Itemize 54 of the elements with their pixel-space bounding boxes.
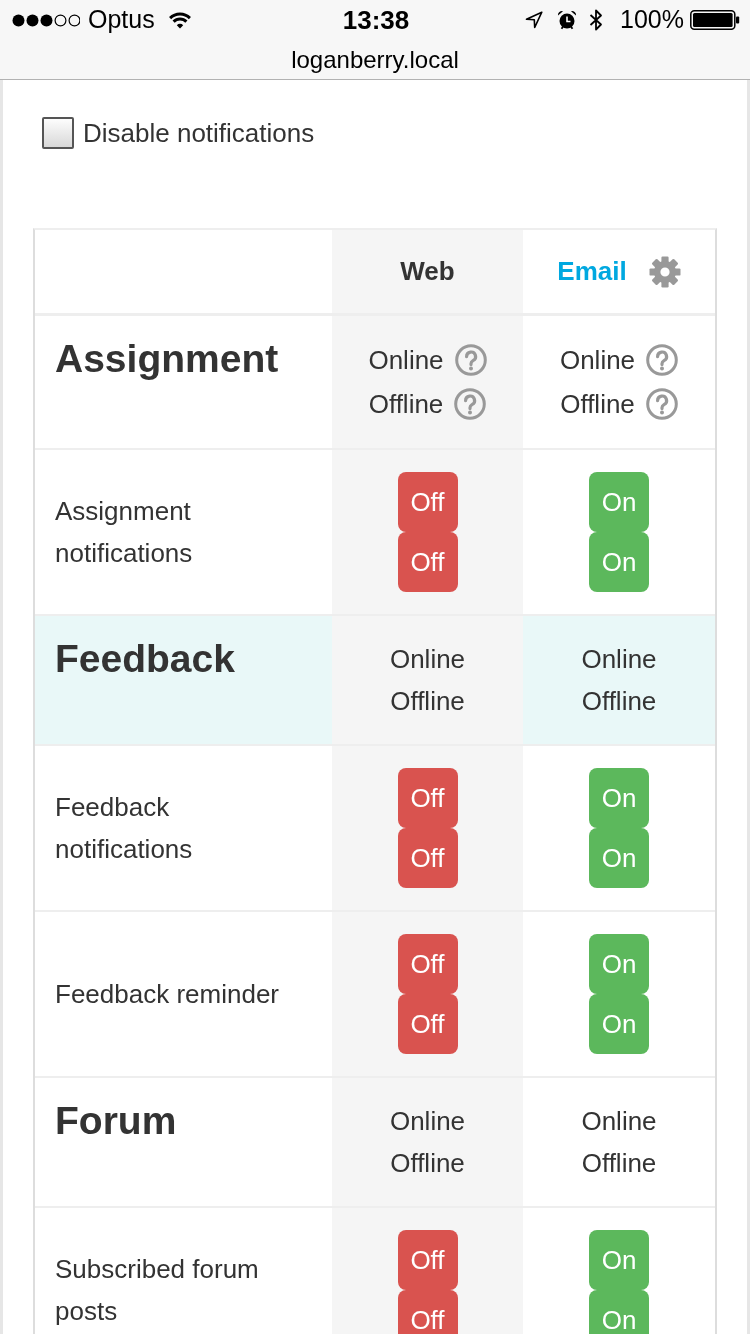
- help-icon[interactable]: [646, 344, 679, 376]
- toggle-button[interactable]: On: [589, 768, 649, 828]
- state-label: Offline: [368, 387, 444, 421]
- toggle-button[interactable]: Off: [397, 828, 458, 888]
- toggle-button[interactable]: On: [589, 934, 649, 994]
- column-header: Web: [400, 255, 455, 288]
- toggle-button[interactable]: Off: [397, 1230, 458, 1290]
- help-icon[interactable]: [454, 344, 487, 376]
- toggle-button[interactable]: Off: [397, 532, 458, 592]
- toggle-button[interactable]: Off: [397, 472, 458, 532]
- state-label: Offline: [390, 684, 465, 718]
- item-label: Subscribed forum posts: [54, 1253, 260, 1328]
- state-label: Online: [368, 343, 444, 377]
- toggle-button[interactable]: Off: [397, 1290, 458, 1334]
- help-icon[interactable]: [645, 388, 678, 420]
- toggle-button[interactable]: Off: [397, 768, 458, 828]
- state-label: Offline: [560, 387, 635, 421]
- url-text: loganberry.local: [291, 47, 459, 72]
- column-header-link[interactable]: Email: [557, 252, 627, 291]
- signal-icon: [12, 13, 80, 27]
- toggle-button[interactable]: On: [589, 472, 649, 532]
- toggle-button[interactable]: On: [589, 1230, 649, 1290]
- section-title: Forum: [54, 1098, 178, 1144]
- state-label: Online: [389, 642, 466, 676]
- help-icon[interactable]: [454, 388, 487, 420]
- disable-notifications-checkbox[interactable]: [42, 117, 74, 149]
- state-label: Online: [389, 1104, 466, 1138]
- state-label: Offline: [581, 684, 657, 718]
- toggle-button[interactable]: Off: [397, 994, 458, 1054]
- battery-icon: [690, 10, 740, 30]
- toggle-button[interactable]: On: [589, 994, 649, 1054]
- section-title: Assignment: [54, 336, 280, 382]
- state-label: Offline: [581, 1146, 657, 1180]
- clock-time: 13:38: [342, 4, 410, 35]
- state-label: Online: [581, 642, 657, 676]
- bluetooth-icon: [588, 9, 605, 31]
- location-icon: [525, 11, 544, 29]
- toggle-button[interactable]: On: [589, 828, 649, 888]
- settings-icon[interactable]: [648, 255, 681, 288]
- state-label: Offline: [390, 1146, 465, 1180]
- item-label: Assignment notifications: [54, 495, 194, 570]
- toggle-button[interactable]: Off: [397, 934, 458, 994]
- toggle-button[interactable]: On: [589, 1290, 649, 1334]
- state-label: Online: [581, 1104, 657, 1138]
- wifi-icon: [167, 11, 192, 29]
- item-label: Feedback notifications: [54, 791, 194, 866]
- battery-percent: 100%: [620, 4, 684, 36]
- checkbox-label: Disable notifications: [83, 117, 315, 150]
- section-title: Feedback: [54, 636, 236, 682]
- state-label: Online: [559, 343, 636, 377]
- alarm-icon: [557, 10, 578, 30]
- toggle-button[interactable]: On: [589, 532, 649, 592]
- carrier-name: Optus: [88, 4, 155, 36]
- item-label: Feedback reminder: [54, 978, 280, 1011]
